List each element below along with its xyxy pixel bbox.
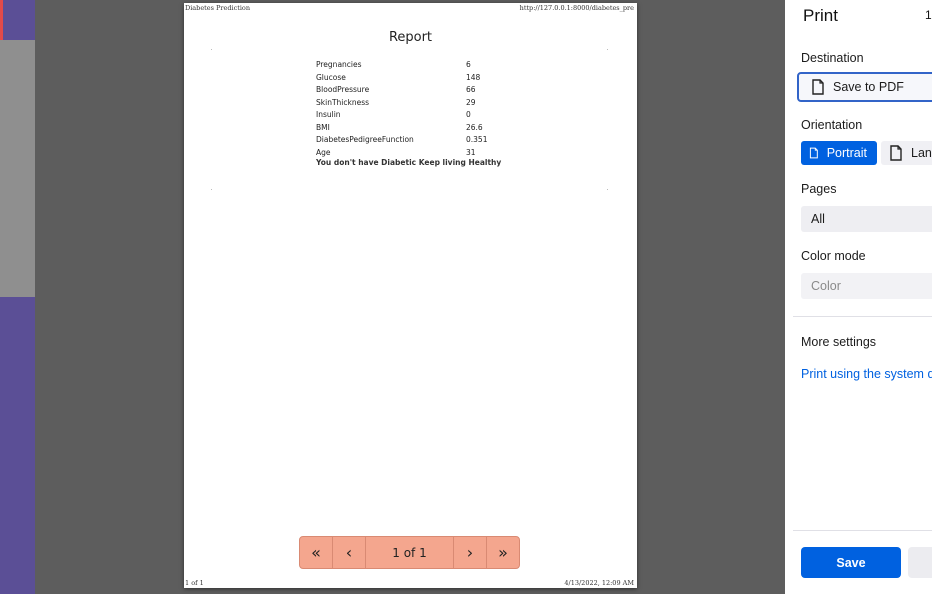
next-page-button[interactable]: › — [453, 537, 486, 568]
orientation-toggle: Portrait Land — [801, 141, 932, 165]
background-app-header — [0, 0, 35, 40]
double-chevron-right-icon: » — [498, 543, 508, 562]
print-settings-panel: Print 1 Destination Save to PDF Orientat… — [785, 0, 932, 594]
report-title: Report — [388, 30, 433, 45]
last-page-button[interactable]: » — [486, 537, 519, 568]
field-value: 0 — [466, 110, 471, 119]
cancel-button[interactable] — [908, 547, 932, 578]
field-label: Glucose — [316, 72, 346, 82]
field-label: Pregnancies — [316, 60, 362, 69]
portrait-page-icon — [809, 147, 818, 159]
landscape-label: Land — [911, 146, 932, 160]
field-row: Insulin 0 — [316, 109, 516, 122]
save-button[interactable]: Save — [801, 547, 901, 578]
first-page-button[interactable]: « — [300, 537, 333, 568]
page-indicator: 1 of 1 — [392, 545, 427, 560]
sheet-count: 1 — [925, 8, 932, 22]
margin-mark — [211, 49, 212, 50]
pages-select[interactable]: All — [801, 206, 932, 232]
destination-label: Destination — [801, 51, 864, 65]
field-row: Glucose 148 — [316, 72, 516, 85]
page-footer-count: 1 of 1 — [185, 579, 204, 587]
landscape-page-icon — [890, 145, 902, 161]
destination-value: Save to PDF — [833, 80, 904, 94]
panel-title: Print — [803, 6, 838, 25]
pages-value: All — [811, 212, 825, 226]
preview-page: Diabetes Prediction http://127.0.0.1:800… — [184, 3, 637, 588]
field-label: BloodPressure — [316, 85, 370, 94]
orientation-label: Orientation — [801, 118, 863, 132]
field-row: Pregnancies 6 — [316, 59, 516, 72]
field-row: DiabetesPedigreeFunction 0.351 — [316, 134, 516, 147]
field-value: 148 — [466, 72, 481, 82]
prediction-result: You don't have Diabetic Keep living Heal… — [316, 158, 502, 167]
chevron-right-icon: › — [466, 543, 474, 562]
section-divider — [793, 316, 932, 317]
page-header-url: http://127.0.0.1:8000/diabetes_pre — [519, 4, 634, 12]
field-value: 0.351 — [466, 135, 488, 144]
field-value: 6 — [466, 60, 471, 69]
previous-page-button[interactable]: ‹ — [333, 537, 366, 568]
margin-mark — [607, 189, 608, 190]
color-mode-label: Color mode — [801, 249, 866, 263]
margin-mark — [607, 49, 608, 50]
margin-mark — [211, 189, 212, 190]
chevron-left-icon: ‹ — [345, 543, 353, 562]
color-mode-select[interactable]: Color — [801, 273, 932, 299]
field-value: 66 — [466, 85, 476, 94]
field-row: BMI 26.6 — [316, 122, 516, 135]
field-label: SkinThickness — [316, 97, 370, 107]
footer-divider — [793, 530, 932, 531]
report-fields: Pregnancies 6 Glucose 148 BloodPressure … — [316, 59, 516, 159]
field-label: BMI — [316, 122, 330, 132]
background-app-footer — [0, 297, 35, 594]
destination-select[interactable]: Save to PDF — [797, 72, 932, 102]
field-label: DiabetesPedigreeFunction — [316, 135, 414, 144]
system-dialog-link[interactable]: Print using the system di — [801, 367, 932, 381]
color-mode-value: Color — [811, 279, 841, 293]
pages-label: Pages — [801, 182, 837, 196]
background-app-accent — [0, 0, 3, 40]
double-chevron-left-icon: « — [311, 543, 321, 562]
field-value: 29 — [466, 97, 476, 107]
landscape-button[interactable]: Land — [881, 141, 932, 165]
page-navigator: « ‹ 1 of 1 › » — [299, 536, 520, 569]
field-label: Insulin — [316, 110, 341, 119]
field-row: BloodPressure 66 — [316, 84, 516, 97]
portrait-label: Portrait — [826, 146, 867, 160]
field-value: 26.6 — [466, 122, 483, 132]
page-header-title: Diabetes Prediction — [185, 4, 251, 12]
portrait-button[interactable]: Portrait — [801, 141, 877, 165]
more-settings-toggle[interactable]: More settings — [801, 335, 876, 349]
page-footer-date: 4/13/2022, 12:09 AM — [564, 579, 634, 587]
background-app-content — [0, 40, 35, 297]
document-icon — [812, 79, 824, 95]
field-row: SkinThickness 29 — [316, 97, 516, 110]
